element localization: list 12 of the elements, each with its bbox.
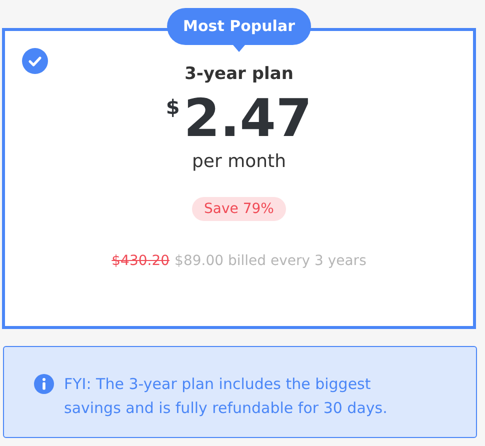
billing-text: $89.00 billed every 3 years xyxy=(174,252,366,271)
most-popular-badge: Most Popular xyxy=(167,8,311,45)
info-icon xyxy=(34,374,54,394)
currency-symbol: $ xyxy=(166,97,180,117)
badge-pointer-icon xyxy=(233,45,245,52)
price: 2.47 xyxy=(184,93,312,145)
original-price: $430.20 xyxy=(112,252,170,271)
price-period: per month xyxy=(192,153,286,171)
savings-badge: Save 79% xyxy=(192,197,286,221)
checkmark-icon xyxy=(22,48,48,74)
plan-title: 3-year plan xyxy=(184,66,294,83)
notice-text: FYI: The 3-year plan includes the biggest savings and is fully refundable for 30 days. xyxy=(64,374,388,419)
